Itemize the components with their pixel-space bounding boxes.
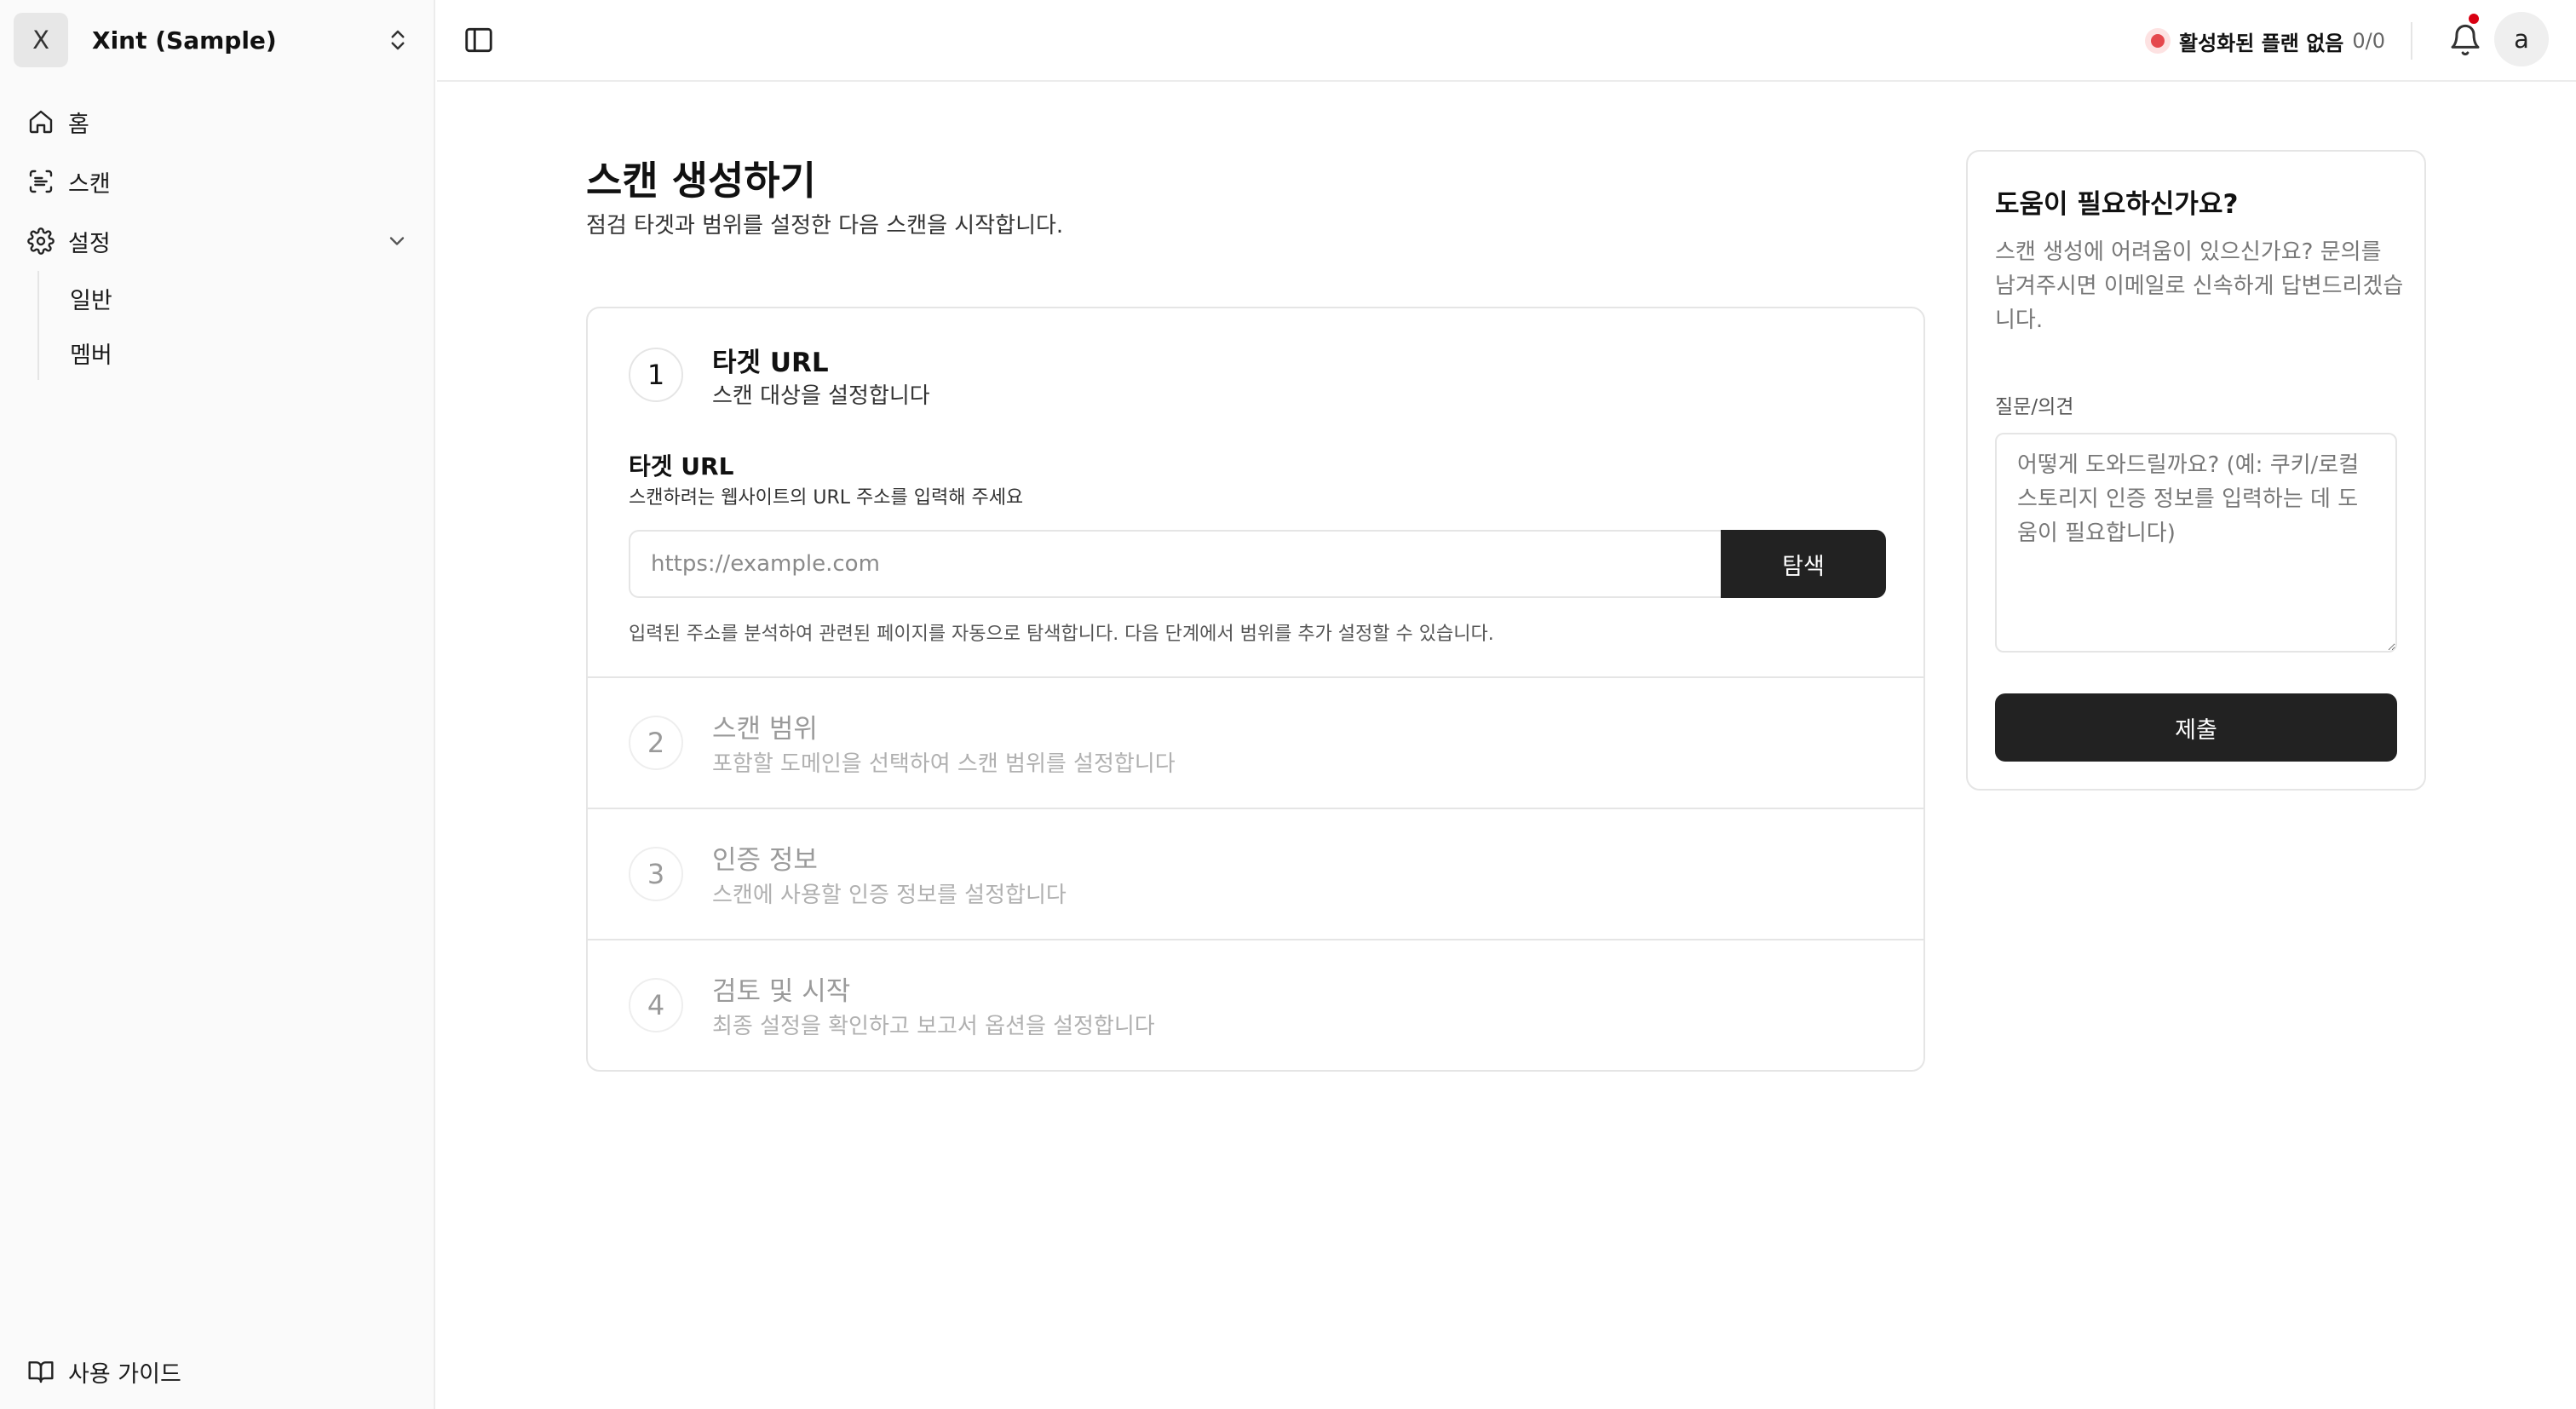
sidebar-item-settings[interactable]: 설정 [14, 211, 419, 271]
step-auth-info[interactable]: 3 인증 정보 스캔에 사용할 인증 정보를 설정합니다 [588, 809, 1923, 940]
user-guide-label: 사용 가이드 [68, 1360, 181, 1388]
target-url-note: 입력된 주소를 분석하여 관련된 페이지를 자동으로 탐색합니다. 다음 단계에… [629, 624, 1494, 645]
sidebar-item-label: 홈 [68, 111, 89, 138]
book-open-icon [27, 1358, 55, 1385]
help-card-title: 도움이 필요하신가요? [1995, 189, 2239, 220]
step-description: 최종 설정을 확인하고 보고서 옵션을 설정합니다 [712, 1014, 1155, 1039]
target-url-help: 스캔하려는 웹사이트의 URL 주소를 입력해 주세요 [629, 487, 1024, 509]
header-divider [2411, 22, 2412, 60]
chevrons-up-down-icon [385, 27, 411, 53]
question-field-label: 질문/의견 [1995, 396, 2074, 418]
step-scan-scope[interactable]: 2 스캔 범위 포함할 도메인을 선택하여 스캔 범위를 설정합니다 [588, 678, 1923, 809]
settings-subnav: 일반 멤버 [37, 271, 419, 380]
plan-usage-count: 0/0 [2352, 29, 2385, 53]
page-title: 스캔 생성하기 [586, 158, 816, 204]
step-number: 4 [629, 978, 683, 1032]
user-guide-link[interactable]: 사용 가이드 [14, 1344, 419, 1399]
user-avatar[interactable]: a [2494, 12, 2549, 66]
scan-icon [27, 168, 55, 195]
notification-dot [2467, 12, 2481, 26]
workspace-switcher[interactable]: X Xint (Sample) [14, 12, 419, 68]
chevron-down-icon[interactable] [385, 229, 409, 253]
bell-icon[interactable] [2448, 12, 2482, 58]
scan-steps-card: 1 타겟 URL 스캔 대상을 설정합니다 타겟 URL 스캔하려는 웹사이트의… [586, 307, 1925, 1072]
step-title: 타겟 URL [712, 348, 829, 378]
sidebar-item-label: 설정 [68, 230, 111, 257]
sidebar-item-home[interactable]: 홈 [14, 92, 419, 152]
plan-status[interactable]: 활성화된 플랜 없음 0/0 [2145, 24, 2385, 58]
step-description: 스캔 대상을 설정합니다 [712, 383, 930, 409]
step-target-url: 1 타겟 URL 스캔 대상을 설정합니다 타겟 URL 스캔하려는 웹사이트의… [588, 308, 1923, 678]
step-title: 검토 및 시작 [712, 976, 851, 1007]
sidebar-item-label: 스캔 [68, 170, 111, 198]
step-title: 스캔 범위 [712, 714, 818, 745]
sidebar-nav: 홈 스캔 설정 일반 멤버 [14, 92, 419, 380]
question-textarea[interactable] [1995, 433, 2397, 653]
home-icon [27, 108, 55, 135]
step-description: 포함할 도메인을 선택하여 스캔 범위를 설정합니다 [712, 751, 1176, 777]
step-number: 1 [629, 348, 683, 402]
top-header: 활성화된 플랜 없음 0/0 a [437, 0, 2576, 82]
plan-status-indicator [2145, 28, 2171, 54]
help-card: 도움이 필요하신가요? 스캔 생성에 어려움이 있으신가요? 문의를 남겨주시면… [1966, 150, 2426, 791]
sidebar-item-general[interactable]: 일반 [39, 271, 419, 325]
workspace-avatar: X [14, 13, 68, 67]
submit-button[interactable]: 제출 [1995, 693, 2397, 762]
explore-button[interactable]: 탐색 [1721, 530, 1886, 598]
gear-icon [27, 227, 55, 255]
step-title: 인증 정보 [712, 845, 818, 876]
sidebar: X Xint (Sample) 홈 스캔 설정 일반 멤버 사용 가이드 [0, 0, 435, 1409]
step-number: 2 [629, 716, 683, 770]
step-review-start[interactable]: 4 검토 및 시작 최종 설정을 확인하고 보고서 옵션을 설정합니다 [588, 940, 1923, 1070]
sidebar-item-scan[interactable]: 스캔 [14, 152, 419, 211]
sidebar-item-members[interactable]: 멤버 [39, 325, 419, 380]
step-number: 3 [629, 847, 683, 901]
target-url-input[interactable] [629, 530, 1722, 598]
help-card-text: 스캔 생성에 어려움이 있으신가요? 문의를 남겨주시면 이메일로 신속하게 답… [1995, 239, 2404, 333]
target-url-label: 타겟 URL [629, 452, 734, 480]
step-description: 스캔에 사용할 인증 정보를 설정합니다 [712, 883, 1067, 908]
page-subtitle: 점검 타겟과 범위를 설정한 다음 스캔을 시작합니다. [586, 213, 1064, 239]
sidebar-toggle-icon[interactable] [463, 24, 495, 56]
workspace-name: Xint (Sample) [92, 26, 277, 55]
plan-status-label: 활성화된 플랜 없음 [2179, 31, 2344, 55]
